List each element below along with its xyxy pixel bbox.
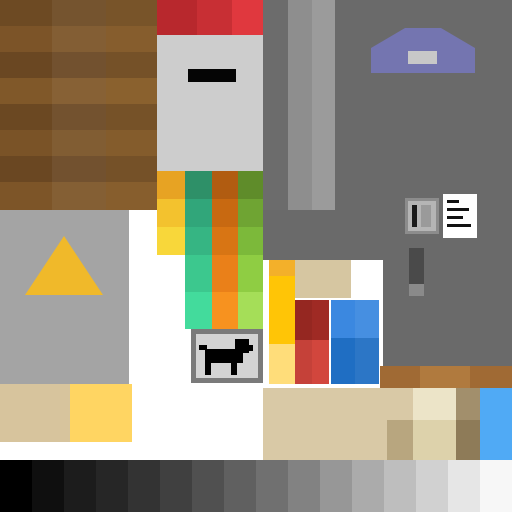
grayscale-swatch [352,460,384,512]
iron-block-tile [157,35,263,171]
control-panel-icon [405,194,477,238]
beige-panel-tile [263,388,413,460]
grayscale-palette-strip [0,460,512,512]
grayscale-swatch [96,460,128,512]
grayscale-swatch [480,460,512,512]
small-switch-icon [409,248,424,296]
grayscale-swatch [128,460,160,512]
dark-stone-lower [263,210,380,260]
grayscale-swatch [288,460,320,512]
wood-strip-tile [380,366,512,388]
building-blocks-tile [263,260,383,390]
grayscale-swatch [320,460,352,512]
grayscale-swatch [256,460,288,512]
white-gap-tile [0,442,263,460]
sky-blue-tile [480,388,512,460]
grayscale-swatch [32,460,64,512]
tan-sand-tile [0,384,70,442]
grayscale-swatch [0,460,32,512]
cream-panel-tile [413,388,456,460]
grayscale-swatch [192,460,224,512]
grayscale-swatch [64,460,96,512]
grayscale-swatch [160,460,192,512]
iron-slot-icon [188,69,236,82]
red-wool-tile [157,0,263,35]
grayscale-swatch [224,460,256,512]
oak-planks-column-mid [52,0,106,210]
camper-roof-icon [371,28,475,73]
yellow-warning-triangle-icon [0,210,129,384]
grayscale-swatch [448,460,480,512]
texture-atlas [0,0,512,512]
light-yellow-tile [70,384,132,442]
grayscale-swatch [384,460,416,512]
stone-gray-tile [263,0,335,210]
oak-planks-column-right [106,0,157,210]
grayscale-swatch [416,460,448,512]
khaki-panel-tile [456,388,480,460]
color-swatches-tile [157,171,263,329]
dog-sign-icon [191,329,263,383]
